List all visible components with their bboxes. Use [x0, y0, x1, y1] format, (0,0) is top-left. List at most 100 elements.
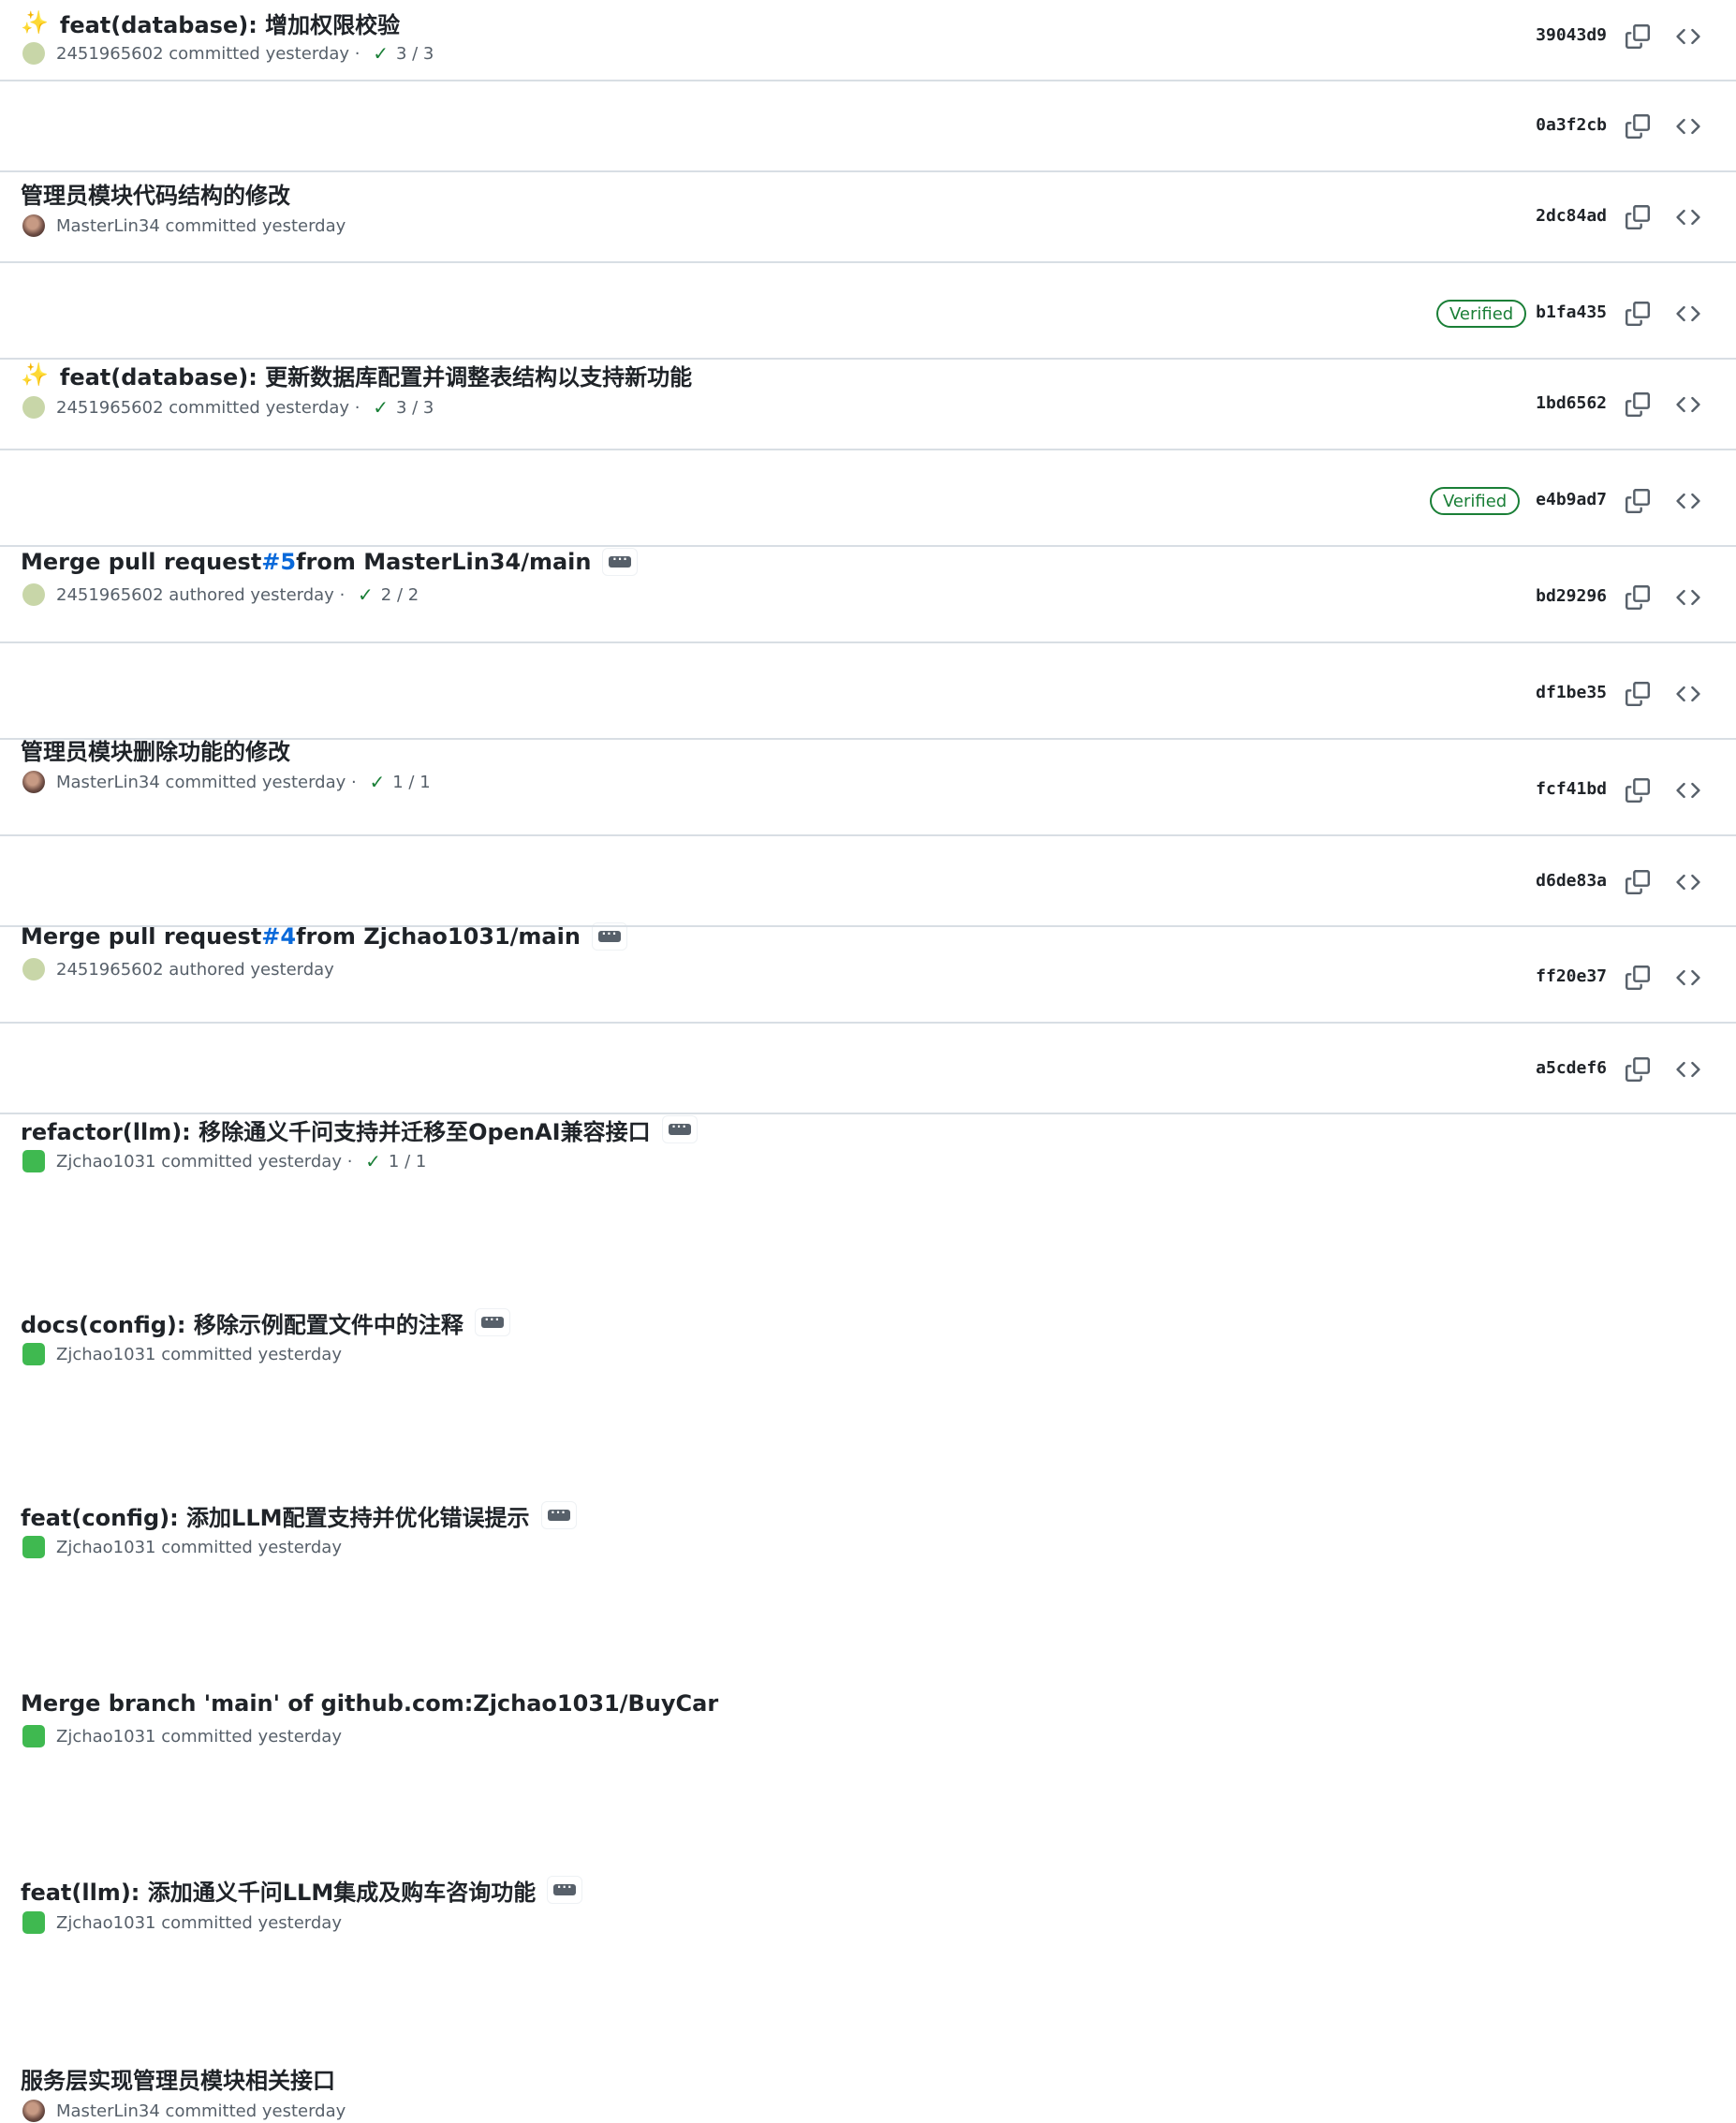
browse-repository-button[interactable]	[1672, 774, 1704, 806]
code-icon	[1676, 396, 1700, 413]
browse-repository-button[interactable]	[1672, 298, 1704, 330]
commit-sha-link[interactable]: d6de83a	[1536, 871, 1607, 891]
expand-description-button[interactable]: ···	[474, 1308, 510, 1336]
avatar[interactable]	[22, 1150, 45, 1172]
commit-sha-link[interactable]: fcf41bd	[1536, 779, 1607, 799]
commit-sha-link[interactable]: 2dc84ad	[1536, 206, 1607, 226]
avatar[interactable]	[22, 1536, 45, 1558]
commit-action-text: committed yesterday	[161, 1151, 342, 1172]
browse-repository-button[interactable]	[1672, 962, 1704, 994]
code-icon	[1676, 874, 1700, 891]
commit-title-text[interactable]: feat(config): 添加LLM配置支持并优化错误提示	[21, 1499, 530, 1532]
copy-sha-button[interactable]	[1622, 962, 1654, 994]
commit-title-text[interactable]: docs(config): 移除示例配置文件中的注释	[21, 1306, 463, 1339]
commit-title-text[interactable]: feat(database): 增加权限校验	[60, 7, 400, 39]
copy-icon	[1626, 966, 1650, 990]
copy-sha-button[interactable]	[1622, 21, 1654, 52]
expand-description-button[interactable]: ···	[540, 1501, 577, 1529]
check-icon[interactable]: ✓	[373, 42, 389, 65]
commit-action-text: committed yesterday	[161, 1537, 342, 1557]
commit-title-text[interactable]: feat(llm): 添加通义千问LLM集成及购车咨询功能	[21, 1874, 536, 1907]
commit-sha-link[interactable]: b1fa435	[1536, 302, 1607, 322]
commit-sha-link[interactable]: 1bd6562	[1536, 393, 1607, 413]
commit-action-text: committed yesterday	[161, 1912, 342, 1933]
copy-sha-button[interactable]	[1622, 582, 1654, 613]
author-link[interactable]: Zjchao1031	[56, 1538, 156, 1557]
copy-sha-button[interactable]	[1622, 111, 1654, 142]
verified-badge[interactable]: Verified	[1436, 300, 1527, 328]
copy-sha-button[interactable]	[1622, 389, 1654, 420]
commit-sha-link[interactable]: df1be35	[1536, 683, 1607, 702]
commit-meta: Zjchao1031 committed yesterday	[22, 1910, 342, 1935]
avatar[interactable]	[22, 2100, 45, 2122]
copy-sha-button[interactable]	[1622, 1054, 1654, 1085]
author-link[interactable]: MasterLin34	[56, 2101, 160, 2121]
avatar[interactable]	[22, 1725, 45, 1747]
author-link[interactable]: 2451965602	[56, 44, 164, 64]
code-icon	[1676, 1061, 1700, 1078]
commit-sha-link[interactable]: bd29296	[1536, 586, 1607, 606]
author-link[interactable]: Zjchao1031	[56, 1727, 156, 1747]
commit-title[interactable]: feat(config): 添加LLM配置支持并优化错误提示 ···	[21, 1499, 577, 1532]
commit-title[interactable]: Merge branch 'main' of github.com:Zjchao…	[21, 1688, 718, 1718]
check-icon[interactable]: ✓	[365, 1150, 381, 1172]
browse-repository-button[interactable]	[1672, 485, 1704, 517]
commit-title[interactable]: 服务层实现管理员模块相关接口	[21, 2062, 335, 2095]
commit-meta: MasterLin34 committed yesterday	[22, 2099, 346, 2123]
commit-action-text: committed yesterday	[161, 1344, 342, 1364]
browse-repository-button[interactable]	[1672, 866, 1704, 898]
commit-title-text[interactable]: Merge branch 'main' of github.com:Zjchao…	[21, 1690, 718, 1717]
commit-meta: Zjchao1031 committed yesterday	[22, 1724, 342, 1748]
verified-badge[interactable]: Verified	[1430, 487, 1521, 515]
commit-sha-link[interactable]: e4b9ad7	[1536, 490, 1607, 509]
commit-title[interactable]: ✨ feat(database): 增加权限校验	[21, 7, 400, 39]
copy-icon	[1626, 584, 1650, 610]
avatar[interactable]	[22, 1343, 45, 1365]
author-link[interactable]: Zjchao1031	[56, 1913, 156, 1933]
commit-row: feat(config): 添加LLM配置支持并优化错误提示 ··· Zjchao1…	[0, 740, 1736, 1558]
code-icon	[1676, 118, 1700, 135]
copy-sha-button[interactable]	[1622, 201, 1654, 233]
browse-repository-button[interactable]	[1672, 201, 1704, 233]
commit-title[interactable]: docs(config): 移除示例配置文件中的注释 ···	[21, 1306, 510, 1339]
copy-sha-button[interactable]	[1622, 298, 1654, 330]
author-link[interactable]: Zjchao1031	[56, 1152, 156, 1172]
sparkles-icon: ✨	[21, 9, 49, 36]
commit-sha-link[interactable]: ff20e37	[1536, 966, 1607, 986]
commit-title-text[interactable]: 服务层实现管理员模块相关接口	[21, 2062, 335, 2095]
commit-title[interactable]: refactor(llm): 移除通义千问支持并迁移至OpenAI兼容接口 ···	[21, 1113, 698, 1146]
code-icon	[1676, 969, 1700, 986]
commit-title-text[interactable]: refactor(llm): 移除通义千问支持并迁移至OpenAI兼容接口	[21, 1113, 651, 1146]
copy-sha-button[interactable]	[1622, 774, 1654, 806]
checks-count[interactable]: 3 / 3	[396, 44, 434, 64]
browse-repository-button[interactable]	[1672, 21, 1704, 52]
browse-repository-button[interactable]	[1672, 582, 1704, 613]
avatar[interactable]	[22, 1911, 45, 1934]
copy-sha-button[interactable]	[1622, 678, 1654, 710]
commit-sha-link[interactable]: 0a3f2cb	[1536, 115, 1607, 135]
ellipsis-icon: ···	[668, 1121, 691, 1135]
commit-row: docs(config): 移除示例配置文件中的注释 ··· Zjchao1031 …	[0, 643, 1736, 1365]
copy-icon	[1626, 114, 1650, 139]
browse-repository-button[interactable]	[1672, 678, 1704, 710]
commit-row: refactor(llm): 移除通义千问支持并迁移至OpenAI兼容接口 ···…	[0, 547, 1736, 1172]
expand-description-button[interactable]: ···	[547, 1876, 583, 1904]
commit-meta: Zjchao1031 committed yesterday	[22, 1535, 342, 1559]
commit-title[interactable]: feat(llm): 添加通义千问LLM集成及购车咨询功能 ···	[21, 1874, 583, 1907]
commit-row: Merge pull request #4 from Zjchao1031/ma…	[0, 450, 1736, 980]
author-link[interactable]: Zjchao1031	[56, 1345, 156, 1364]
checks-count[interactable]: 1 / 1	[389, 1152, 426, 1172]
browse-repository-button[interactable]	[1672, 389, 1704, 420]
copy-icon	[1626, 681, 1650, 706]
commit-sha-link[interactable]: 39043d9	[1536, 25, 1607, 45]
copy-sha-button[interactable]	[1622, 866, 1654, 898]
copy-sha-button[interactable]	[1622, 485, 1654, 517]
browse-repository-button[interactable]	[1672, 111, 1704, 142]
code-icon	[1676, 28, 1700, 45]
browse-repository-button[interactable]	[1672, 1054, 1704, 1085]
copy-icon	[1626, 1057, 1650, 1082]
expand-description-button[interactable]: ···	[661, 1115, 698, 1143]
avatar[interactable]	[22, 42, 45, 65]
commit-sha-link[interactable]: a5cdef6	[1536, 1058, 1607, 1078]
commit-action-text: committed yesterday	[161, 1726, 342, 1747]
